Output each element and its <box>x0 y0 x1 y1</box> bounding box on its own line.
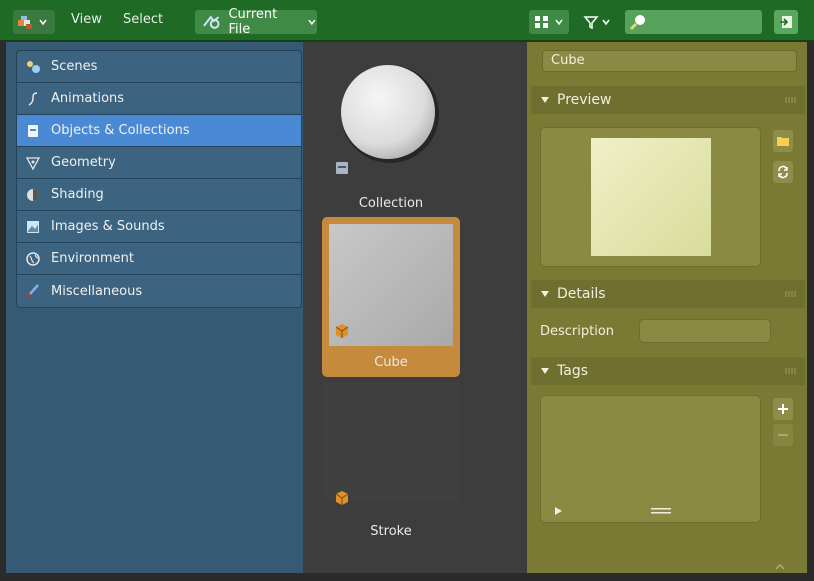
collection-icon <box>25 123 41 139</box>
plus-icon <box>778 404 788 414</box>
category-animations[interactable]: Animations <box>17 83 301 115</box>
animation-icon <box>25 91 41 107</box>
editor-type-button[interactable] <box>13 10 55 34</box>
filter-icon <box>583 16 599 30</box>
category-geometry[interactable]: Geometry <box>17 147 301 179</box>
category-label: Animations <box>51 91 125 106</box>
category-label: Objects & Collections <box>51 123 190 138</box>
asset-grid: Collection Cube Stroke <box>303 42 527 573</box>
search-input[interactable] <box>625 10 762 34</box>
filter-button[interactable] <box>583 10 619 34</box>
collapse-triangle-icon <box>541 291 549 297</box>
preview-image-area <box>540 127 761 267</box>
category-list: Scenes Animations Objects & Collections … <box>16 50 302 308</box>
asset-library-dropdown[interactable]: Current File <box>195 7 317 37</box>
chevron-down-icon <box>39 19 47 26</box>
collection-type-icon <box>336 162 348 174</box>
chevron-down-icon <box>555 19 563 26</box>
drag-handle-icon[interactable] <box>785 97 797 103</box>
minus-icon <box>778 434 788 436</box>
asset-label: Cube <box>374 355 408 370</box>
asset-tile-collection[interactable]: Collection <box>322 52 460 222</box>
category-label: Environment <box>51 251 135 266</box>
drag-handle-icon[interactable] <box>785 368 797 374</box>
collapse-triangle-icon <box>541 97 549 103</box>
world-icon <box>25 251 41 267</box>
category-label: Shading <box>51 187 104 202</box>
expand-triangle-icon[interactable] <box>553 506 563 516</box>
object-type-icon <box>335 324 349 338</box>
refresh-icon <box>778 165 788 179</box>
import-button[interactable] <box>774 10 798 34</box>
image-icon <box>25 219 41 235</box>
preview-panel-header[interactable]: Preview <box>531 86 805 114</box>
collapse-triangle-icon <box>541 368 549 374</box>
asset-library-label: Current File <box>228 7 278 37</box>
chevron-down-icon <box>308 19 316 26</box>
scenes-icon <box>25 59 41 75</box>
blender-file-icon <box>203 15 220 29</box>
panel-title: Details <box>557 286 606 302</box>
display-mode-button[interactable] <box>529 10 569 34</box>
chevron-down-icon <box>602 19 610 26</box>
panel-title: Preview <box>557 92 612 108</box>
menu-select[interactable]: Select <box>123 12 163 27</box>
asset-tile-stroke[interactable]: Stroke <box>322 382 460 552</box>
asset-name-field[interactable]: Cube <box>542 50 797 72</box>
header-bar: View Select Current File <box>0 0 814 42</box>
description-label: Description <box>540 324 615 339</box>
category-scenes[interactable]: Scenes <box>17 51 301 83</box>
import-icon <box>780 16 792 28</box>
list-resize-handle-icon[interactable] <box>651 507 671 515</box>
category-environment[interactable]: Environment <box>17 243 301 275</box>
tags-list <box>540 395 761 523</box>
folder-icon <box>777 137 789 146</box>
drag-handle-icon[interactable] <box>785 291 797 297</box>
catalog-sidebar: Scenes Animations Objects & Collections … <box>6 42 303 573</box>
category-miscellaneous[interactable]: Miscellaneous <box>17 275 301 307</box>
category-label: Geometry <box>51 155 116 170</box>
description-field[interactable] <box>639 319 771 343</box>
scroll-up-icon[interactable] <box>775 564 785 570</box>
grid-view-icon <box>535 16 548 28</box>
geometry-icon <box>25 155 41 171</box>
preview-image <box>591 138 711 256</box>
object-type-icon <box>335 491 349 505</box>
add-tag-button[interactable] <box>773 398 793 420</box>
asset-properties-panel: Cube Preview Details Description Tags <box>527 42 807 573</box>
category-images-sounds[interactable]: Images & Sounds <box>17 211 301 243</box>
details-panel-header[interactable]: Details <box>531 280 805 308</box>
menu-view[interactable]: View <box>71 12 102 27</box>
asset-thumbnail <box>322 382 460 502</box>
category-label: Images & Sounds <box>51 219 165 234</box>
shading-icon <box>25 187 41 203</box>
category-label: Miscellaneous <box>51 283 143 299</box>
asset-browser-icon <box>18 16 32 29</box>
category-label: Scenes <box>51 59 98 74</box>
asset-tile-cube[interactable]: Cube <box>322 217 460 377</box>
panel-title: Tags <box>557 363 588 379</box>
remove-tag-button[interactable] <box>773 424 793 446</box>
category-objects-collections[interactable]: Objects & Collections <box>17 115 301 147</box>
search-icon <box>629 15 645 31</box>
asset-label: Collection <box>358 196 424 211</box>
asset-browser-window: View Select Current File Scenes Animatio… <box>0 0 814 581</box>
status-strip <box>0 573 814 581</box>
load-preview-button[interactable] <box>773 130 793 152</box>
tags-panel-header[interactable]: Tags <box>531 357 805 385</box>
asset-label: Stroke <box>370 524 412 539</box>
category-shading[interactable]: Shading <box>17 179 301 211</box>
brush-icon <box>25 283 41 299</box>
generate-preview-button[interactable] <box>773 161 793 183</box>
